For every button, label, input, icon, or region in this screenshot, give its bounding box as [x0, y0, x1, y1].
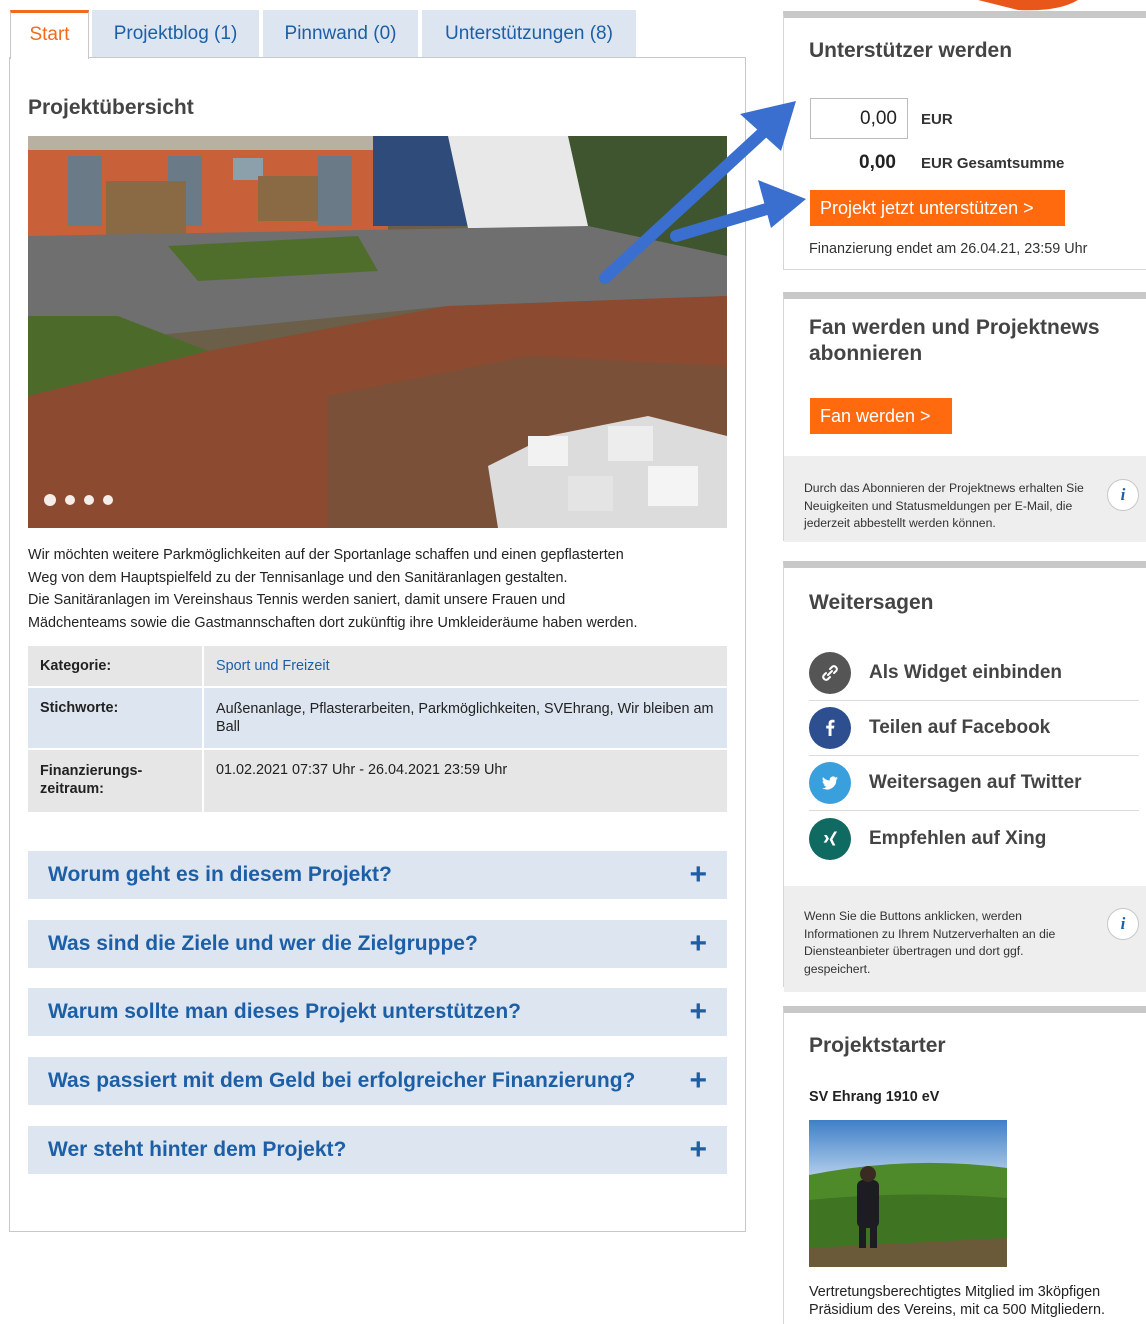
plus-icon: +: [689, 1064, 707, 1097]
starter-org-name: SV Ehrang 1910 eV: [809, 1089, 940, 1105]
slider-dot-3[interactable]: [84, 495, 94, 505]
support-project-button[interactable]: Projekt jetzt unterstützen >: [810, 190, 1065, 226]
category-link[interactable]: Sport und Freizeit: [216, 658, 330, 674]
share-twitter[interactable]: Weitersagen auf Twitter: [809, 756, 1139, 811]
xing-icon: [809, 817, 851, 860]
project-description: Wir möchten weitere Parkmöglichkeiten au…: [28, 544, 728, 634]
description-line: Weg von dem Hauptspielfeld zu der Tennis…: [28, 569, 568, 586]
accordion-ziele[interactable]: Was sind die Ziele und wer die Zielgrupp…: [28, 920, 727, 968]
currency-label: EUR: [921, 111, 953, 128]
starter-bio: Vertretungsberechtigtes Mitglied im 3köp…: [809, 1284, 1105, 1318]
support-box: Unterstützer werden EUR 0,00 EUR Gesamts…: [783, 11, 1146, 270]
share-label: Als Widget einbinden: [869, 662, 1062, 683]
plus-icon: +: [689, 927, 707, 960]
page-title: Projektübersicht: [28, 96, 194, 119]
slider-dot-4[interactable]: [103, 495, 113, 505]
period-value: 01.02.2021 07:37 Uhr - 26.04.2021 23:59 …: [204, 750, 727, 812]
tab-projektblog[interactable]: Projektblog (1): [92, 10, 259, 58]
facebook-icon: [809, 707, 851, 749]
accordion-title: Was passiert mit dem Geld bei erfolgreic…: [48, 1069, 636, 1092]
period-label-line: Finanzierungs-: [40, 763, 143, 779]
slider-dot-1[interactable]: [44, 494, 56, 506]
plus-icon: +: [689, 1133, 707, 1166]
share-box: Weitersagen Als Widget einbinden Teilen …: [783, 561, 1146, 992]
share-label: Teilen auf Facebook: [869, 717, 1051, 738]
fan-info-text: Durch das Abonnieren der Projektnews erh…: [804, 481, 1084, 530]
share-widget[interactable]: Als Widget einbinden: [809, 646, 1139, 701]
plus-icon: +: [689, 858, 707, 891]
tab-unterstuetzungen[interactable]: Unterstützungen (8): [422, 10, 636, 58]
tags-label: Stichworte:: [28, 688, 204, 748]
accordion-title: Wer steht hinter dem Projekt?: [48, 1138, 347, 1161]
fan-title: Fan werden und Projektnews abonnieren: [809, 316, 1100, 365]
description-line: Wir möchten weitere Parkmöglichkeiten au…: [28, 547, 624, 563]
share-label: Empfehlen auf Xing: [869, 827, 1047, 849]
fan-box: Fan werden und Projektnews abonnieren Fa…: [783, 292, 1146, 542]
share-facebook[interactable]: Teilen auf Facebook: [809, 701, 1139, 756]
starter-title: Projektstarter: [809, 1034, 946, 1057]
accordion-title: Worum geht es in diesem Projekt?: [48, 863, 392, 886]
amount-input[interactable]: [810, 98, 908, 139]
project-photo: [28, 136, 727, 528]
project-main-panel: Projektübersicht Wir möchten weitere Par…: [9, 57, 746, 1232]
share-label: Weitersagen auf Twitter: [869, 772, 1082, 793]
period-label-line: zeitraum:: [40, 781, 104, 797]
accordion-title: Warum sollte man dieses Projekt unterstü…: [48, 1000, 521, 1023]
tags-value: Außenanlage, Pflasterarbeiten, Parkmögli…: [204, 688, 727, 748]
plus-icon: +: [689, 995, 707, 1028]
share-title: Weitersagen: [809, 591, 934, 614]
become-fan-button[interactable]: Fan werden >: [810, 398, 952, 434]
project-starter-box: Projektstarter SV Ehrang 1910 eV Vertret…: [783, 1006, 1146, 1324]
info-icon[interactable]: i: [1107, 479, 1139, 511]
accordion-worum[interactable]: Worum geht es in diesem Projekt? +: [28, 851, 727, 899]
total-amount: 0,00: [859, 152, 896, 173]
starter-photo[interactable]: [809, 1120, 1007, 1267]
image-slider[interactable]: [28, 136, 727, 528]
support-title: Unterstützer werden: [809, 39, 1013, 62]
period-label: Finanzierungs- zeitraum:: [28, 750, 204, 812]
description-line: Die Sanitäranlagen im Vereinshaus Tennis…: [28, 592, 566, 608]
share-info: Wenn Sie die Buttons anklicken, werden I…: [784, 886, 1146, 992]
slider-dot-2[interactable]: [65, 495, 75, 505]
slider-dots: [44, 494, 113, 506]
funding-end-text: Finanzierung endet am 26.04.21, 23:59 Uh…: [809, 241, 1088, 257]
tab-start[interactable]: Start: [10, 10, 89, 59]
share-xing[interactable]: Empfehlen auf Xing: [809, 811, 1139, 866]
info-icon[interactable]: i: [1107, 908, 1139, 940]
accordion-warum[interactable]: Warum sollte man dieses Projekt unterstü…: [28, 988, 727, 1036]
link-icon: [809, 652, 851, 694]
accordion-wer[interactable]: Wer steht hinter dem Projekt? +: [28, 1126, 727, 1174]
facts-row-tags: Stichworte: Außenanlage, Pflasterarbeite…: [28, 688, 727, 748]
project-facts-table: Kategorie: Sport und Freizeit Stichworte…: [28, 644, 727, 814]
twitter-icon: [809, 762, 851, 804]
fan-info: Durch das Abonnieren der Projektnews erh…: [784, 456, 1146, 542]
category-label: Kategorie:: [28, 646, 204, 686]
accordion-title: Was sind die Ziele und wer die Zielgrupp…: [48, 932, 478, 955]
total-label: EUR Gesamtsumme: [921, 155, 1065, 172]
share-info-text: Wenn Sie die Buttons anklicken, werden I…: [804, 909, 1056, 976]
facts-row-period: Finanzierungs- zeitraum: 01.02.2021 07:3…: [28, 750, 727, 812]
facts-row-category: Kategorie: Sport und Freizeit: [28, 646, 727, 686]
description-line: Mädchenteams sowie die Gastmannschaften …: [28, 614, 638, 631]
starter-photo-image: [809, 1120, 1007, 1267]
tab-pinnwand[interactable]: Pinnwand (0): [263, 10, 418, 58]
accordion-geld[interactable]: Was passiert mit dem Geld bei erfolgreic…: [28, 1057, 727, 1105]
